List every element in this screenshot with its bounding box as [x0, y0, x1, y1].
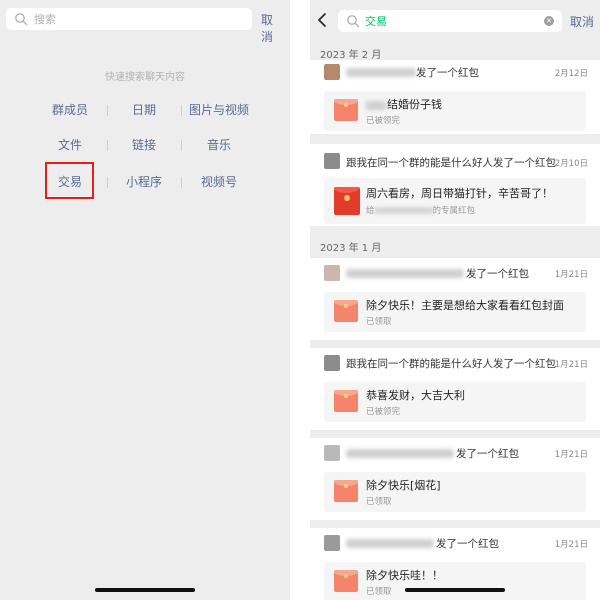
- message-date: 1月21日: [554, 540, 588, 550]
- packet-title: 结婚份子钱: [366, 96, 442, 112]
- avatar: [324, 153, 340, 169]
- search-header: 交易 ✕ 取消: [310, 0, 600, 40]
- search-input[interactable]: 搜索: [6, 8, 252, 30]
- search-icon: [347, 15, 360, 28]
- packet-title: 除夕快乐！主要是想给大家看看红包封面: [366, 299, 564, 312]
- packet-status: 已领取: [366, 497, 392, 507]
- message-date: 1月21日: [554, 450, 588, 460]
- red-packet-icon: [334, 187, 360, 215]
- result-item[interactable]: 发了一个红包 1月21日 除夕快乐[烟花] 已领取: [310, 438, 600, 520]
- section-title: 2023 年 1 月: [320, 243, 382, 254]
- result-item[interactable]: 发了一个红包 1月21日 除夕快乐！主要是想给大家看看红包封面 已领取: [310, 258, 600, 340]
- quick-search-row: 群成员 日期 图片与视频: [0, 99, 290, 121]
- back-arrow-icon[interactable]: [316, 12, 328, 28]
- packet-status: 已领取: [366, 317, 392, 327]
- avatar: [324, 535, 340, 551]
- packet-title: 恭喜发财，大吉大利: [366, 389, 465, 402]
- message-date: 2月10日: [554, 159, 588, 169]
- blurred-sender: [346, 539, 434, 548]
- red-packet-card[interactable]: 除夕快乐！主要是想给大家看看红包封面 已领取: [324, 292, 586, 332]
- avatar: [324, 445, 340, 461]
- search-input[interactable]: 交易 ✕: [338, 10, 562, 32]
- avatar: [324, 355, 340, 371]
- red-packet-card[interactable]: 除夕快乐哇！！ 已领取: [324, 562, 586, 600]
- red-packet-icon: [334, 300, 358, 322]
- sender-line: 跟我在同一个群的能是什么好人发了一个红包: [346, 358, 556, 370]
- section-title: 2023 年 2 月: [320, 50, 382, 61]
- blurred-recipient: [374, 207, 433, 214]
- packet-title: 除夕快乐[烟花]: [366, 479, 441, 492]
- cancel-button[interactable]: 取消: [570, 13, 594, 30]
- quick-search-row: 交易 小程序 视频号: [0, 171, 290, 193]
- filter-media[interactable]: 图片与视频: [171, 99, 267, 121]
- result-item[interactable]: 发了一个红包 2月12日 结婚份子钱 已被领完: [310, 60, 600, 134]
- red-packet-icon: [334, 390, 358, 412]
- result-item[interactable]: 跟我在同一个群的能是什么好人发了一个红包 1月21日 恭喜发财，大吉大利 已被领…: [310, 348, 600, 430]
- avatar: [324, 265, 340, 281]
- search-bar: 搜索 取消: [6, 8, 284, 44]
- sender-line: 发了一个红包: [416, 67, 479, 79]
- avatar: [324, 64, 340, 80]
- packet-status: 给的专属红包: [366, 206, 476, 216]
- home-indicator: [405, 588, 505, 592]
- packet-status: 已被领完: [366, 407, 401, 417]
- cancel-button[interactable]: 取消: [261, 11, 284, 45]
- sender-line: 发了一个红包: [436, 538, 499, 550]
- sender-line: 发了一个红包: [456, 448, 519, 460]
- blurred-sender: [346, 449, 454, 458]
- transaction-results-screen: 交易 ✕ 取消 2023 年 2 月 发了一个红包 2月12日 结婚份子钱 已被…: [310, 0, 600, 600]
- red-packet-card[interactable]: 除夕快乐[烟花] 已领取: [324, 472, 586, 512]
- sender-line: 跟我在同一个群的能是什么好人发了一个红包: [346, 157, 556, 169]
- clear-icon[interactable]: ✕: [544, 16, 554, 26]
- message-date: 1月21日: [554, 360, 588, 370]
- blurred-sender: [346, 68, 416, 77]
- filter-channels[interactable]: 视频号: [171, 171, 267, 193]
- red-packet-icon: [334, 99, 358, 121]
- quick-search-title: 快速搜索聊天内容: [105, 72, 185, 83]
- packet-title: 周六看房，周日带猫打针，辛苦哥了！: [366, 187, 553, 200]
- result-item[interactable]: 跟我在同一个群的能是什么好人发了一个红包 2月10日 周六看房，周日带猫打针，辛…: [310, 144, 600, 226]
- red-packet-card[interactable]: 周六看房，周日带猫打针，辛苦哥了！ 给的专属红包: [324, 178, 586, 224]
- packet-status: 已领取: [366, 587, 392, 597]
- red-packet-icon: [334, 570, 358, 592]
- message-date: 2月12日: [554, 69, 588, 79]
- blurred-sender: [346, 269, 464, 278]
- sender-line: 发了一个红包: [466, 268, 529, 280]
- packet-title: 除夕快乐哇！！: [366, 569, 443, 582]
- highlight-box: [45, 162, 94, 199]
- home-indicator: [95, 588, 195, 592]
- red-packet-card[interactable]: 结婚份子钱 已被领完: [324, 91, 586, 131]
- red-packet-card[interactable]: 恭喜发财，大吉大利 已被领完: [324, 382, 586, 422]
- blurred-name: [366, 100, 386, 110]
- message-date: 1月21日: [554, 270, 588, 280]
- packet-status: 已被领完: [366, 116, 401, 126]
- search-start-screen: 搜索 取消 快速搜索聊天内容 群成员 日期 图片与视频 文件 链接 音乐 交易 …: [0, 0, 290, 600]
- search-placeholder: 搜索: [34, 13, 56, 26]
- search-query: 交易: [365, 15, 387, 28]
- red-packet-icon: [334, 480, 358, 502]
- quick-search-row: 文件 链接 音乐: [0, 134, 290, 156]
- search-icon: [15, 13, 28, 26]
- filter-music[interactable]: 音乐: [171, 134, 267, 156]
